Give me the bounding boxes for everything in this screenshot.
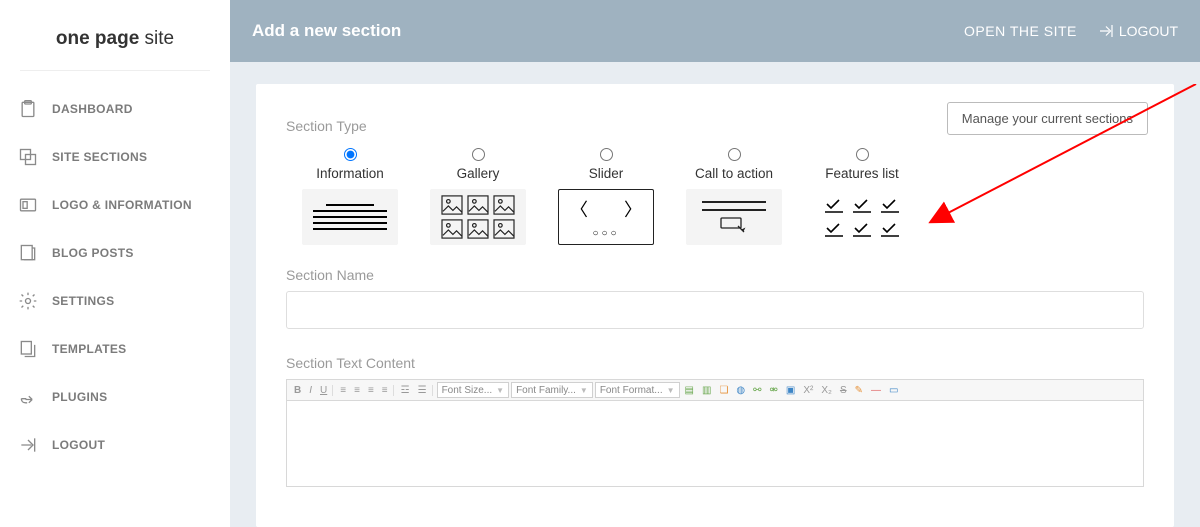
sidebar-item-logo-info[interactable]: LOGO & INFORMATION bbox=[0, 181, 230, 229]
font-size-select[interactable]: Font Size...▼ bbox=[437, 382, 510, 398]
sidebar-item-settings[interactable]: SETTINGS bbox=[0, 277, 230, 325]
align-right-button[interactable]: ≡ bbox=[365, 385, 377, 396]
hr-button[interactable]: — bbox=[868, 385, 884, 396]
text-color-button[interactable]: ❏ bbox=[716, 385, 731, 396]
outdent-button[interactable]: ▥ bbox=[699, 385, 714, 396]
section-text-label: Section Text Content bbox=[286, 355, 1144, 371]
sidebar-item-label: LOGO & INFORMATION bbox=[52, 198, 192, 212]
section-types: Information Gallery bbox=[286, 142, 1144, 245]
section-name-label: Section Name bbox=[286, 267, 1144, 283]
editor-toolbar: B I U ≡ ≡ ≡ ≡ ☲ ☰ Font Size...▼ Font Fam… bbox=[286, 379, 1144, 401]
sidebar-item-plugins[interactable]: PLUGINS bbox=[0, 373, 230, 421]
type-label: Information bbox=[286, 166, 414, 181]
type-illustration-information bbox=[302, 189, 398, 245]
open-site-link[interactable]: OPEN THE SITE bbox=[964, 23, 1077, 39]
image-button[interactable]: ▣ bbox=[783, 385, 798, 396]
type-illustration-gallery bbox=[430, 189, 526, 245]
topbar-logout[interactable]: LOGOUT bbox=[1097, 22, 1178, 40]
sidebar-item-label: SITE SECTIONS bbox=[52, 150, 147, 164]
sidebar: one page site DASHBOARD SITE SECTIONS LO… bbox=[0, 0, 230, 527]
unlink-button[interactable]: ⚮ bbox=[767, 385, 781, 396]
plugins-icon bbox=[18, 387, 38, 407]
logo: one page site bbox=[0, 20, 230, 70]
logo-light: site bbox=[139, 28, 174, 49]
sidebar-item-label: LOGOUT bbox=[52, 438, 105, 452]
topbar: Add a new section OPEN THE SITE LOGOUT bbox=[230, 0, 1200, 62]
sidebar-item-sections[interactable]: SITE SECTIONS bbox=[0, 133, 230, 181]
type-gallery[interactable]: Gallery bbox=[414, 142, 542, 245]
sidebar-item-blog[interactable]: BLOG POSTS bbox=[0, 229, 230, 277]
logo-info-icon bbox=[18, 195, 38, 215]
bold-button[interactable]: B bbox=[291, 385, 304, 396]
italic-button[interactable]: I bbox=[306, 385, 315, 396]
clear-format-button[interactable]: ✎ bbox=[852, 385, 866, 396]
align-center-button[interactable]: ≡ bbox=[351, 385, 363, 396]
align-justify-button[interactable]: ≡ bbox=[379, 385, 394, 396]
clipboard-icon bbox=[18, 99, 38, 119]
logout-label: LOGOUT bbox=[1119, 23, 1178, 39]
type-radio-information[interactable] bbox=[344, 148, 357, 161]
superscript-button[interactable]: X² bbox=[800, 385, 816, 396]
media-button[interactable]: ▭ bbox=[886, 385, 901, 396]
bg-color-button[interactable]: ◍ bbox=[733, 385, 748, 396]
gear-icon bbox=[18, 291, 38, 311]
unordered-list-button[interactable]: ☰ bbox=[415, 385, 433, 396]
sections-icon bbox=[18, 147, 38, 167]
type-information[interactable]: Information bbox=[286, 142, 414, 245]
sidebar-item-logout[interactable]: LOGOUT bbox=[0, 421, 230, 469]
sidebar-item-label: BLOG POSTS bbox=[52, 246, 134, 260]
type-illustration-slider: 〈〉 ○○○ bbox=[558, 189, 654, 245]
type-illustration-cta bbox=[686, 189, 782, 245]
strikethrough-button[interactable]: S bbox=[837, 385, 850, 396]
section-name-input[interactable] bbox=[286, 291, 1144, 329]
templates-icon bbox=[18, 339, 38, 359]
font-family-select[interactable]: Font Family...▼ bbox=[511, 382, 593, 398]
sidebar-item-dashboard[interactable]: DASHBOARD bbox=[0, 85, 230, 133]
type-label: Features list bbox=[798, 166, 926, 181]
type-label: Slider bbox=[542, 166, 670, 181]
type-illustration-features bbox=[814, 189, 910, 245]
type-slider[interactable]: Slider 〈〉 ○○○ bbox=[542, 142, 670, 245]
logo-bold: one page bbox=[56, 28, 139, 49]
sidebar-item-label: SETTINGS bbox=[52, 294, 114, 308]
type-radio-features[interactable] bbox=[856, 148, 869, 161]
blog-icon bbox=[18, 243, 38, 263]
manage-sections-button[interactable]: Manage your current sections bbox=[947, 102, 1148, 135]
sidebar-item-label: DASHBOARD bbox=[52, 102, 133, 116]
underline-button[interactable]: U bbox=[317, 385, 333, 396]
divider bbox=[20, 70, 210, 71]
logout-icon bbox=[1097, 22, 1115, 40]
font-format-select[interactable]: Font Format...▼ bbox=[595, 382, 680, 398]
type-radio-slider[interactable] bbox=[600, 148, 613, 161]
align-left-button[interactable]: ≡ bbox=[337, 385, 349, 396]
logout-icon bbox=[18, 435, 38, 455]
editor-body[interactable] bbox=[286, 401, 1144, 487]
type-cta[interactable]: Call to action bbox=[670, 142, 798, 245]
link-button[interactable]: ⚯ bbox=[750, 385, 764, 396]
indent-button[interactable]: ▤ bbox=[682, 385, 697, 396]
ordered-list-button[interactable]: ☲ bbox=[398, 385, 413, 396]
subscript-button[interactable]: X₂ bbox=[818, 385, 835, 396]
sidebar-item-label: PLUGINS bbox=[52, 390, 107, 404]
type-label: Call to action bbox=[670, 166, 798, 181]
type-label: Gallery bbox=[414, 166, 542, 181]
page-title: Add a new section bbox=[252, 21, 944, 41]
card: Manage your current sections Section Typ… bbox=[256, 84, 1174, 527]
sidebar-item-templates[interactable]: TEMPLATES bbox=[0, 325, 230, 373]
type-features[interactable]: Features list bbox=[798, 142, 926, 245]
sidebar-item-label: TEMPLATES bbox=[52, 342, 126, 356]
type-radio-gallery[interactable] bbox=[472, 148, 485, 161]
type-radio-cta[interactable] bbox=[728, 148, 741, 161]
